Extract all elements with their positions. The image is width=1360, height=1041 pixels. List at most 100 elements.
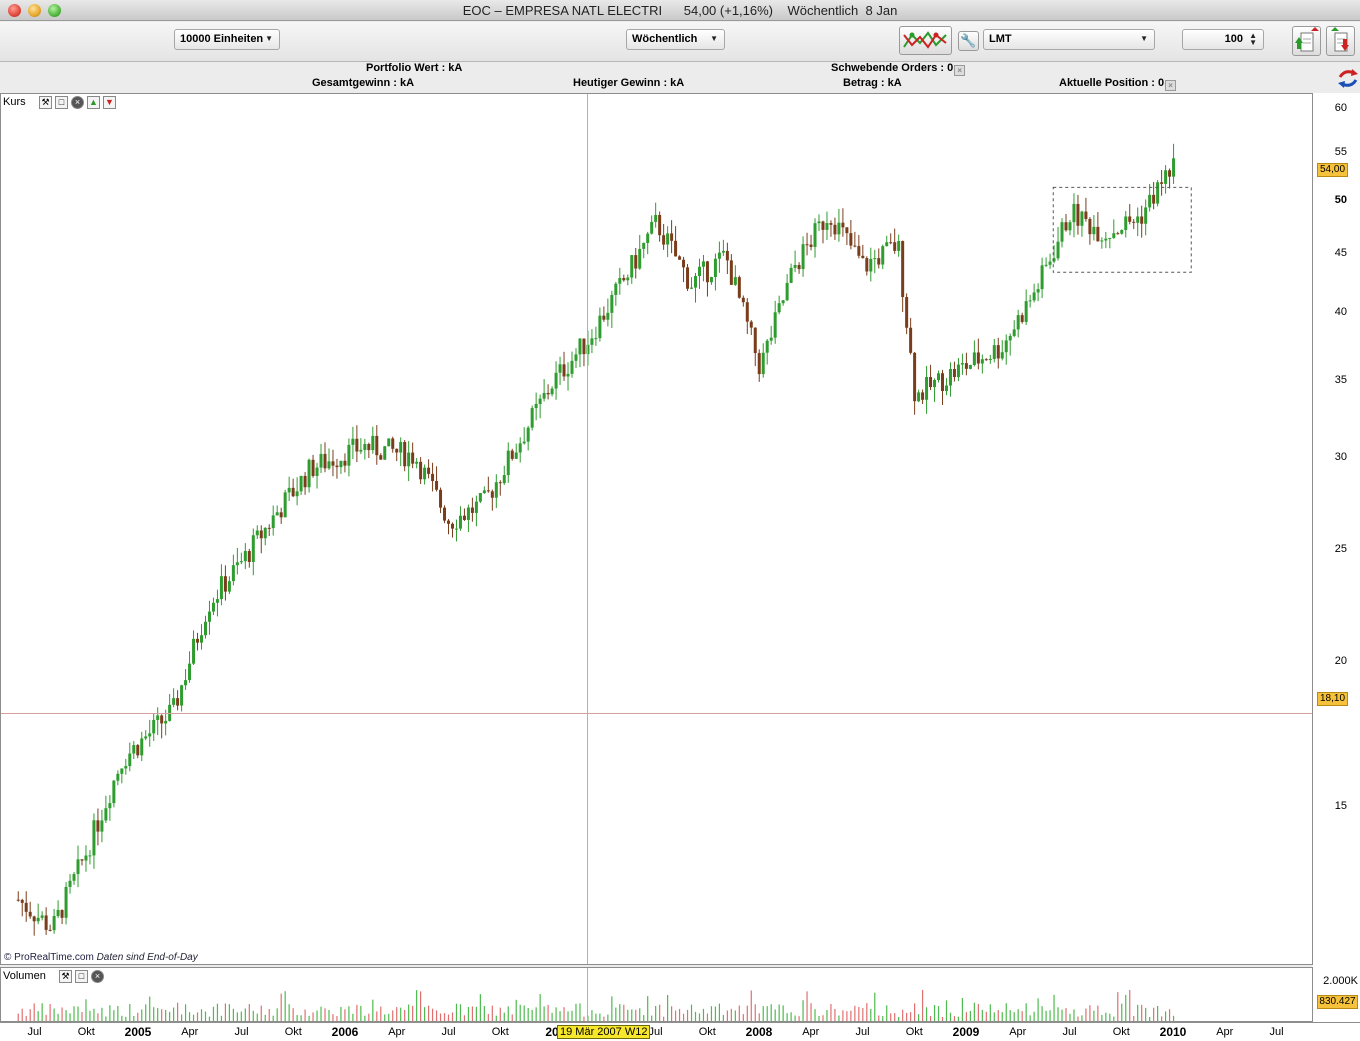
candle-body <box>36 917 40 922</box>
volume-bar <box>220 1015 223 1021</box>
candle-body <box>415 461 419 464</box>
volume-bar <box>810 1003 812 1021</box>
candle-body <box>347 444 351 466</box>
buy-order-button[interactable] <box>1292 26 1321 56</box>
candle-body <box>223 576 227 592</box>
volume-bar <box>678 1008 681 1021</box>
wrench-icon[interactable]: 🔧 <box>958 31 979 51</box>
period-select-value: Wöchentlich <box>632 33 698 45</box>
volume-bar <box>738 1005 740 1021</box>
x-tick-label: 2009 <box>952 1025 980 1039</box>
close-icon[interactable]: × <box>71 96 84 109</box>
volume-bar <box>232 1008 234 1021</box>
volume-bar <box>826 1010 828 1021</box>
candle-body <box>913 352 917 402</box>
candle-body <box>530 408 534 428</box>
candle-body <box>315 467 319 476</box>
volume-bar <box>41 1003 43 1021</box>
window-icon[interactable]: □ <box>75 970 88 983</box>
candle-body <box>1092 226 1096 235</box>
volume-bar <box>1037 998 1039 1021</box>
price-chart[interactable] <box>1 94 1312 964</box>
candle-body <box>486 490 490 492</box>
candle-body <box>817 221 821 224</box>
x-tick-label: Apr <box>802 1026 820 1038</box>
window-icon[interactable]: □ <box>55 96 68 109</box>
candle-body <box>490 491 494 498</box>
close-icon[interactable]: × <box>1165 80 1177 91</box>
candle-body <box>1028 300 1032 302</box>
x-tick-label: Jul <box>1062 1026 1077 1038</box>
candle-body <box>80 859 84 861</box>
volume-bar <box>989 1004 991 1021</box>
quantity-stepper[interactable]: 100 ▲ ▼ <box>1182 29 1264 50</box>
volume-bar <box>682 1013 685 1021</box>
x-tick-label: Okt <box>698 1026 716 1038</box>
close-icon[interactable]: × <box>91 970 104 983</box>
candle-body <box>542 392 546 399</box>
volume-panel[interactable]: Volumen ⚒ □ × <box>0 967 1313 1022</box>
volume-chart[interactable] <box>1 968 1312 1021</box>
volume-bar <box>1053 994 1055 1021</box>
price-chart-panel[interactable]: Kurs ⚒ □ × ▲ ▼ © ProRealTime.com Daten s… <box>0 93 1313 965</box>
refresh-arrows-icon[interactable] <box>1337 67 1359 89</box>
wrench-icon[interactable]: ⚒ <box>39 96 52 109</box>
candle-body <box>1024 301 1028 322</box>
close-icon[interactable]: × <box>954 65 966 76</box>
chart-trading-icon <box>903 31 947 49</box>
candle-body <box>1136 216 1140 223</box>
volume-bar <box>356 1004 358 1021</box>
wrench-icon[interactable]: ⚒ <box>59 970 72 983</box>
volume-bar <box>973 1002 975 1021</box>
volume-bar <box>993 1012 995 1021</box>
candle-body <box>148 733 152 737</box>
volume-bar <box>312 1012 314 1021</box>
candle-body <box>431 473 435 482</box>
x-tick-label: Okt <box>77 1026 95 1038</box>
y-tick-label: 15 <box>1334 799 1347 812</box>
chart-trading-toggle-button[interactable] <box>899 26 952 55</box>
candle-body <box>721 250 725 253</box>
volume-bar <box>85 999 87 1021</box>
copyright-note: © ProRealTime.com Daten sind End-of-Day <box>4 952 198 963</box>
candle-body <box>1096 226 1100 242</box>
window-titlebar: EOC – EMPRESA NATL ELECTRI 54,00 (+1,16%… <box>0 0 1360 21</box>
candle-body <box>176 698 180 706</box>
volume-bar <box>109 1005 111 1021</box>
volume-bar <box>730 1008 732 1021</box>
sell-order-button[interactable] <box>1326 26 1355 56</box>
candle-body <box>646 233 650 243</box>
candle-body <box>701 261 705 267</box>
volume-bar <box>248 1004 250 1021</box>
volume-bar <box>1105 1012 1107 1021</box>
candle-body <box>1124 216 1128 231</box>
units-select[interactable]: 10000 Einheiten ▼ <box>174 29 280 50</box>
volume-bar <box>523 1005 525 1021</box>
period-select[interactable]: Wöchentlich ▼ <box>626 29 725 50</box>
candle-body <box>682 259 686 268</box>
volume-bar <box>133 1015 135 1021</box>
volume-bar <box>858 1006 860 1021</box>
volume-bar <box>81 1011 83 1021</box>
order-type-select[interactable]: LMT ▼ <box>983 29 1155 50</box>
volume-bar <box>192 1014 195 1021</box>
candle-body <box>32 916 36 922</box>
candle-body <box>283 492 287 518</box>
candle-body <box>694 276 698 288</box>
volume-bar <box>105 1016 107 1021</box>
candle-body <box>789 267 793 283</box>
move-up-icon[interactable]: ▲ <box>87 96 100 109</box>
volume-bar <box>782 1005 784 1021</box>
y-tick-label: 55 <box>1334 146 1347 159</box>
candle-body <box>44 915 48 930</box>
candle-body <box>745 302 749 322</box>
volume-bar <box>977 1003 979 1021</box>
candle-body <box>231 565 235 582</box>
move-down-icon[interactable]: ▼ <box>103 96 116 109</box>
volume-bar <box>742 1014 744 1021</box>
volume-bar <box>758 1013 760 1021</box>
candle-body <box>849 233 853 246</box>
candle-body <box>359 449 363 452</box>
candle-body <box>518 443 522 453</box>
candle-body <box>638 248 642 269</box>
